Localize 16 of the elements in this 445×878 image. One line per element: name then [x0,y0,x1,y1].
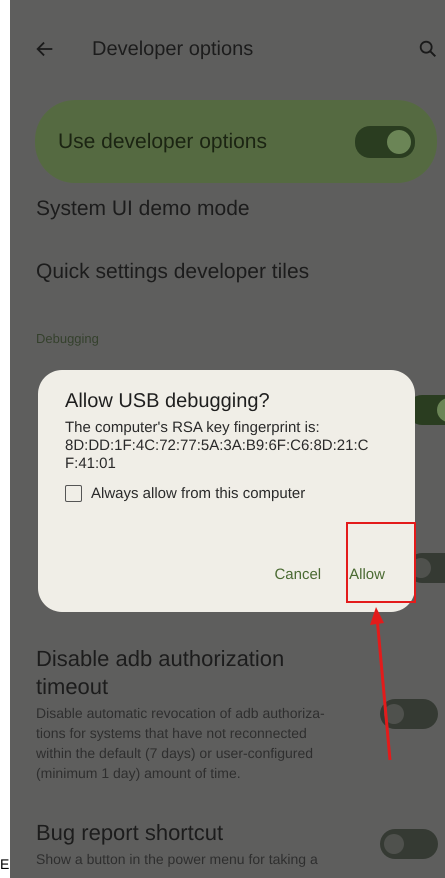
setting-title: Disable adb authorization timeout [36,645,286,701]
checkbox[interactable] [65,485,82,502]
dialog-title: Allow USB debugging? [65,390,271,413]
toggle-switch[interactable] [355,126,415,158]
search-icon[interactable] [417,38,439,60]
page-title: Developer options [92,38,254,60]
toggle-switch[interactable] [380,829,438,859]
cancel-button[interactable]: Cancel [270,562,326,587]
toggle-switch[interactable] [380,699,438,729]
main-switch-card[interactable]: Use developer options [35,100,437,183]
edge-letter: E [0,855,10,874]
setting-title: Bug report shortcut [36,819,224,847]
checkbox-label[interactable]: Always allow from this computer [91,485,306,502]
allow-button[interactable]: Allow [345,562,389,587]
dialog-message: The computer's RSA key fingerprint is: 8D:DD:1F:4C:72:77:5A:3A:B9:6F:C6:8D:21:C F:41:01 [65,419,370,473]
switch-label: Use developer options [58,130,267,154]
